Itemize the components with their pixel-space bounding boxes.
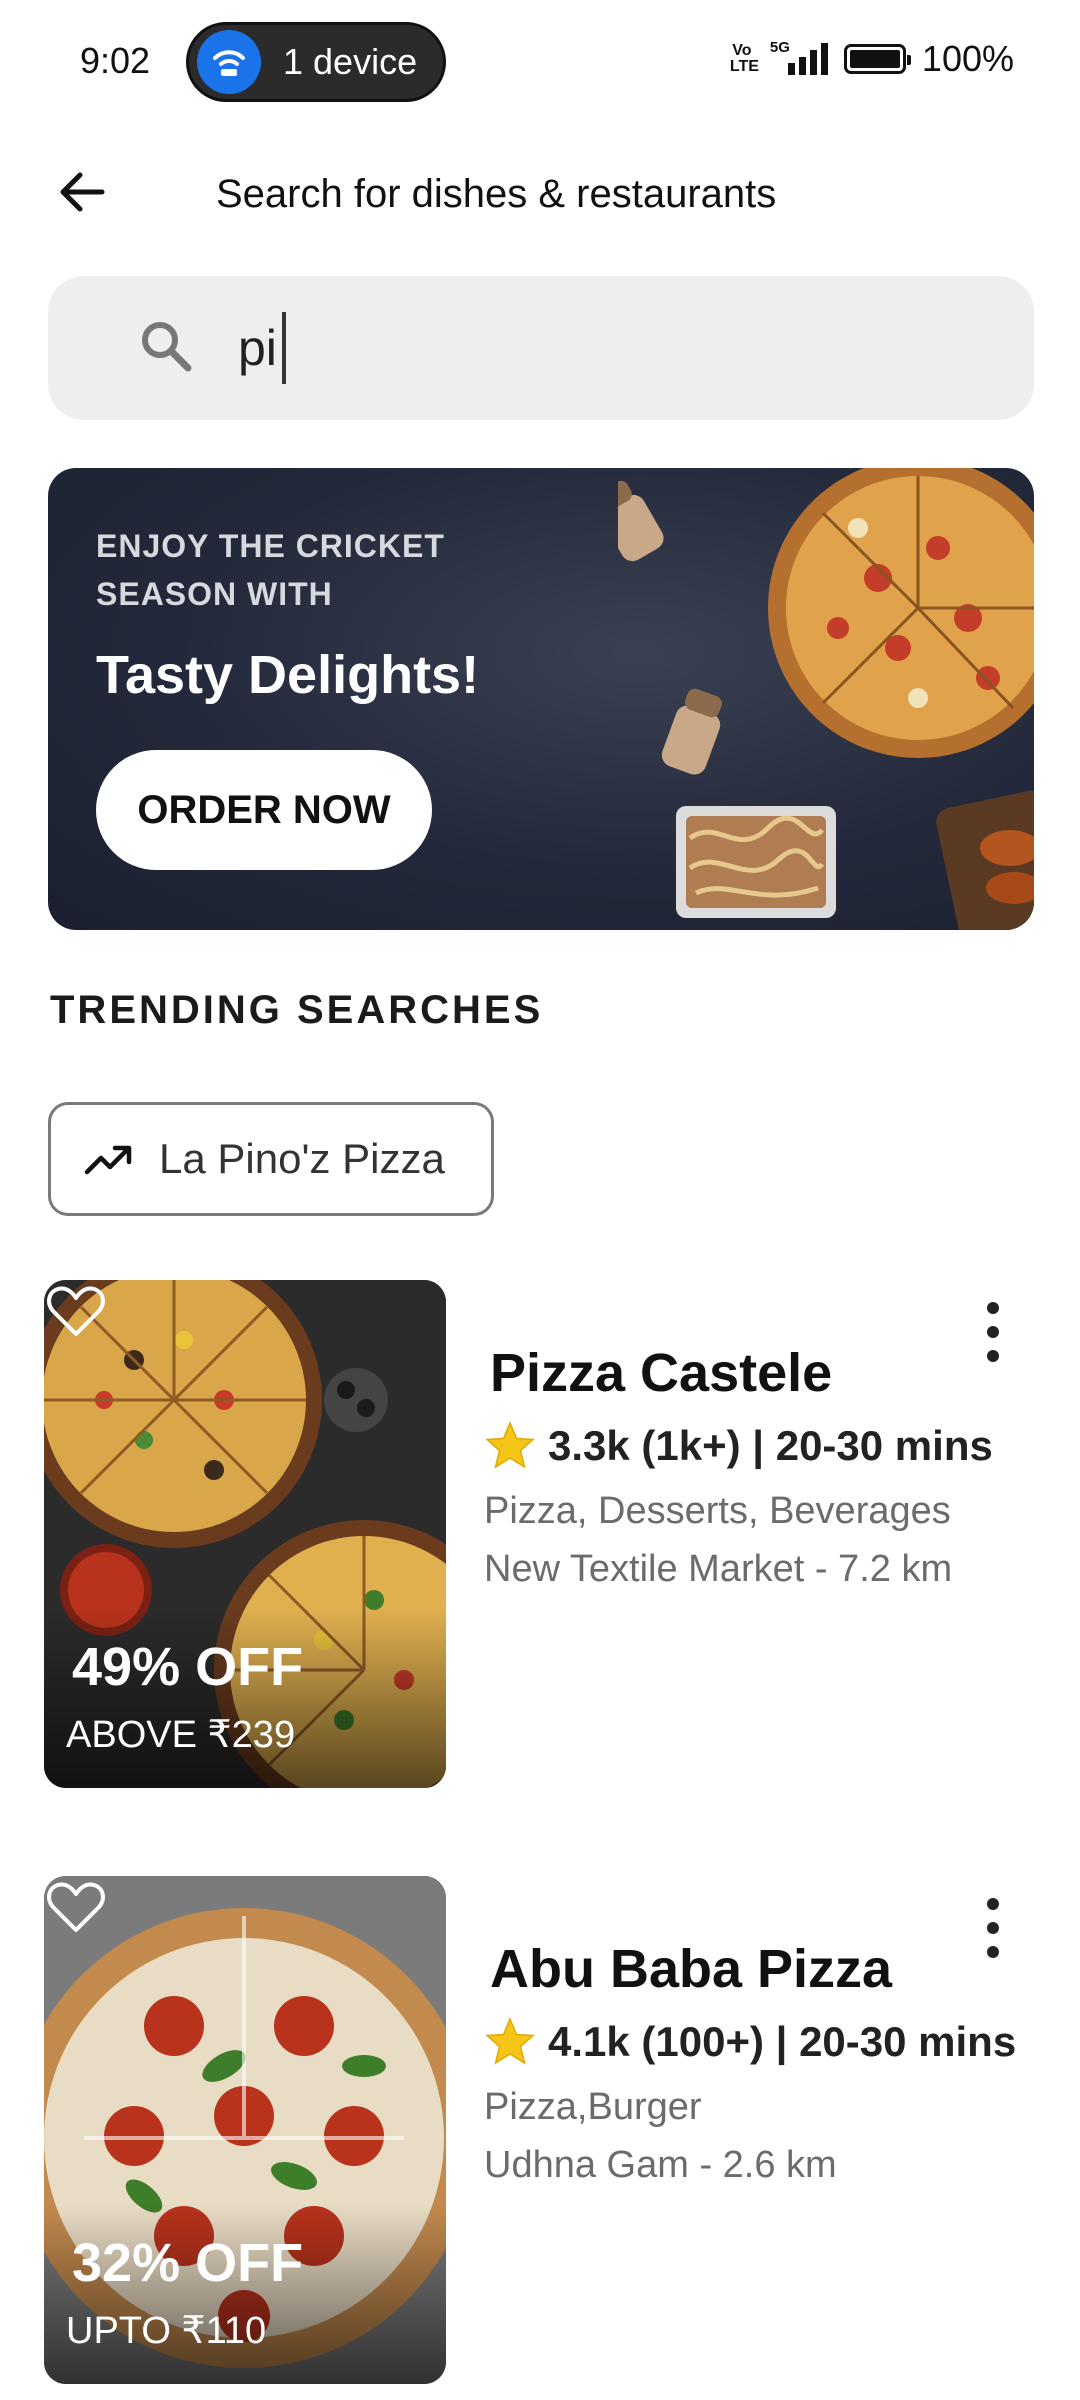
status-icons: Vo LTE 5G 100%: [730, 38, 1014, 80]
rating-row: 4.1k (100+) | 20-30 mins: [484, 2016, 1016, 2068]
cuisine-text: Pizza, Desserts, Beverages: [484, 1490, 951, 1532]
offer-condition: ABOVE ₹239: [66, 1714, 296, 1756]
network-type-label: 5G: [769, 39, 790, 56]
more-options-icon[interactable]: [978, 1898, 1008, 1958]
star-icon: [485, 1421, 535, 1469]
trending-searches-heading: TRENDING SEARCHES: [50, 988, 544, 1032]
rating-text: 3.3k (1k+) | 20-30 mins: [548, 1422, 993, 1469]
hotspot-icon: [197, 30, 261, 94]
restaurant-card[interactable]: 49% OFF ABOVE ₹239 Pizza Castele 3.3k (1…: [44, 1280, 1034, 1790]
connected-device-pill[interactable]: 1 device: [186, 22, 446, 102]
battery-icon: [843, 44, 911, 74]
rating-text: 4.1k (100+) | 20-30 mins: [548, 2018, 1017, 2065]
offer-label: 49% OFF: [72, 1637, 304, 1697]
search-icon: [142, 322, 192, 372]
trending-chip[interactable]: La Pino'z Pizza: [48, 1102, 494, 1216]
banner-food-image: [618, 468, 1034, 930]
cuisine-text: Pizza,Burger: [484, 2086, 702, 2128]
more-options-icon[interactable]: [978, 1302, 1008, 1362]
restaurant-image: 32% OFF UPTO ₹110: [44, 1876, 446, 2384]
back-arrow-icon: [60, 172, 105, 212]
banner-title: Tasty Delights!: [96, 645, 480, 705]
volte-icon: Vo LTE: [729, 42, 759, 75]
location-text: Udhna Gam - 2.6 km: [484, 2144, 837, 2186]
heart-icon[interactable]: [44, 1876, 108, 1940]
restaurant-name: Pizza Castele: [490, 1343, 833, 1403]
page-title: Search for dishes & restaurants: [216, 172, 777, 216]
restaurant-image: 49% OFF ABOVE ₹239: [44, 1280, 446, 1788]
image-shade: [44, 2204, 446, 2384]
restaurant-card[interactable]: 32% OFF UPTO ₹110 Abu Baba Pizza 4.1k (1…: [44, 1876, 1034, 2386]
search-input[interactable]: [238, 312, 998, 384]
promo-banner[interactable]: ENJOY THE CRICKET SEASON WITH Tasty Deli…: [48, 468, 1034, 930]
back-button[interactable]: [52, 162, 112, 222]
banner-eyebrow: ENJOY THE CRICKET SEASON WITH: [96, 528, 445, 612]
status-bar: 9:02 1 device Vo LTE 5G 100%: [0, 0, 1080, 124]
trending-up-icon: [84, 1145, 132, 1175]
text-caret: [282, 312, 286, 384]
heart-icon[interactable]: [44, 1280, 108, 1344]
offer-label: 32% OFF: [72, 2233, 304, 2293]
rating-row: 3.3k (1k+) | 20-30 mins: [484, 1420, 993, 1472]
restaurant-name: Abu Baba Pizza: [490, 1939, 893, 1999]
offer-condition: UPTO ₹110: [66, 2310, 267, 2352]
location-text: New Textile Market - 7.2 km: [484, 1548, 953, 1590]
device-count-label: 1 device: [283, 41, 418, 82]
status-time: 9:02: [80, 40, 151, 81]
signal-icon: 5G: [770, 39, 828, 75]
app-header: Search for dishes & restaurants: [0, 140, 1080, 244]
star-icon: [485, 2017, 535, 2065]
order-now-button[interactable]: ORDER NOW: [96, 750, 432, 870]
search-bar[interactable]: [48, 276, 1034, 420]
battery-percent: 100%: [921, 38, 1014, 79]
trending-chip-label: La Pino'z Pizza: [159, 1135, 445, 1182]
image-shade: [44, 1608, 446, 1788]
